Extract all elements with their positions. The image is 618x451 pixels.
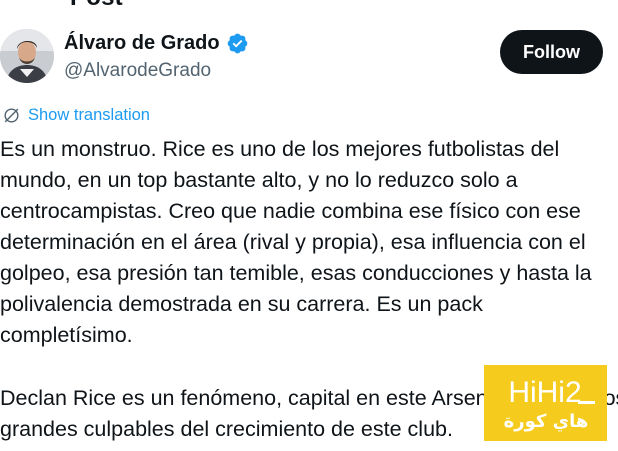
svg-text:HiHi2: HiHi2 [508, 376, 581, 409]
follow-button[interactable]: Follow [500, 30, 603, 74]
show-translation-label: Show translation [28, 106, 150, 124]
watermark-logo-image: HiHi2 هاي كورة [484, 365, 607, 441]
watermark-logo: HiHi2 هاي كورة [484, 365, 607, 441]
tweet-text-line: Es un monstruo. Rice es uno de los mejor… [0, 137, 560, 161]
tweet-text-line: golpeo, esa presión tan temible, esas co… [0, 261, 592, 285]
author-handle[interactable]: @AlvarodeGrado [64, 59, 211, 83]
tweet-text-line: completísimo. [0, 323, 133, 347]
svg-text:هاي كورة: هاي كورة [504, 411, 589, 432]
author-display-name[interactable]: Álvaro de Grado [64, 31, 220, 55]
tweet-text: Es un monstruo. Rice es uno de los mejor… [0, 134, 618, 351]
verified-badge-icon[interactable] [226, 32, 249, 55]
tweet-text-line: centrocampistas. Creo que nadie combina … [0, 199, 581, 223]
page-title: Post [70, 0, 123, 12]
tweet-text-line: mundo, en un top bastante alto, y no lo … [0, 168, 518, 192]
avatar-image [0, 29, 54, 83]
show-translation-link[interactable]: Show translation [2, 104, 150, 126]
globe-icon [4, 107, 19, 123]
tweet-text-line: polivalencia demostrada en su carrera. E… [0, 292, 483, 316]
author-name-row: Álvaro de Grado [64, 31, 249, 55]
avatar[interactable] [0, 29, 54, 83]
tweet-text-line: determinación en el área (rival y propia… [0, 230, 586, 254]
